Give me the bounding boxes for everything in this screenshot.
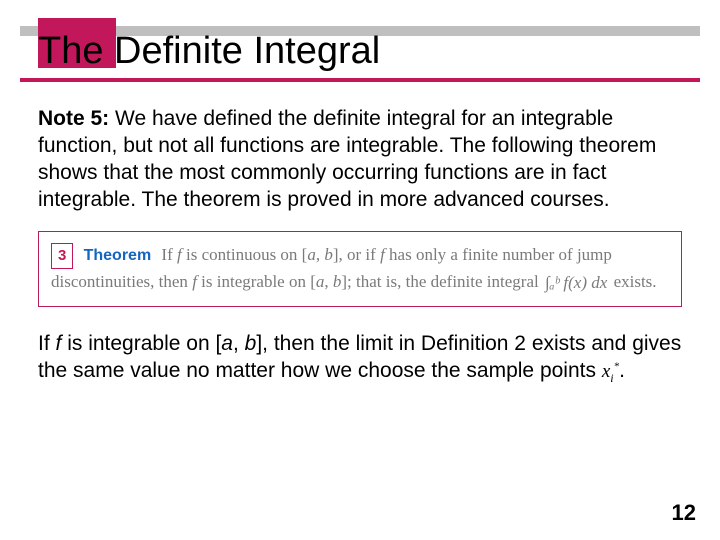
slide: The Definite Integral Note 5: We have de… [0, 0, 720, 540]
var-a: a [221, 332, 233, 355]
decor-underline [20, 78, 700, 82]
theorem-text-6: ]; that is, the definite integral [341, 272, 543, 291]
theorem-text-5: is integrable on [ [197, 272, 316, 291]
var-b: b [245, 332, 257, 355]
closing-period: . [619, 359, 625, 382]
theorem-box: 3 Theorem If f is continuous on [a, b], … [38, 231, 682, 307]
theorem-number: 3 [51, 243, 73, 268]
sample-point-symbol: xi* [602, 361, 619, 382]
note-paragraph: Note 5: We have defined the definite int… [38, 106, 682, 214]
note-label: Note 5: [38, 107, 109, 130]
closing-paragraph: If f is integrable on [a, b], then the l… [38, 331, 682, 386]
note-body: We have defined the definite integral fo… [38, 107, 656, 211]
page-number: 12 [672, 500, 696, 526]
closing-mid1: is integrable on [ [61, 332, 221, 355]
var-a: a [307, 245, 316, 264]
integral-expression: ∫ₐᵇ f(x) dx [545, 270, 607, 296]
theorem-text-1: If [161, 245, 177, 264]
closing-pre: If [38, 332, 56, 355]
theorem-text-3: ], or if [333, 245, 380, 264]
xstar-base: x [602, 361, 610, 382]
body: Note 5: We have defined the definite int… [20, 88, 700, 387]
theorem-label: Theorem [84, 247, 152, 264]
page-title: The Definite Integral [20, 18, 700, 72]
var-b: b [324, 245, 333, 264]
theorem-text-2: is continuous on [ [182, 245, 308, 264]
title-block: The Definite Integral [20, 18, 700, 82]
theorem-comma-2: , [324, 272, 333, 291]
closing-comma: , [233, 332, 245, 355]
xstar-sub: i [610, 371, 613, 385]
theorem-tail: exists. [609, 272, 656, 291]
